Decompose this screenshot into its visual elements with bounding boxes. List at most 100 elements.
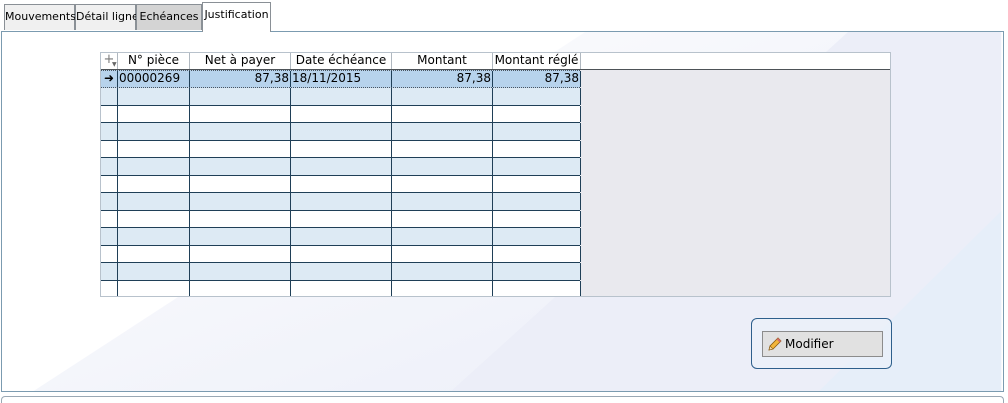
- table-cell[interactable]: [291, 123, 392, 140]
- justification-grid[interactable]: + ▼ N° pièce Net à payer Date échéance Mo…: [100, 52, 891, 297]
- tab-detail-ligne[interactable]: Détail ligne: [75, 4, 139, 30]
- cell-montant-regle[interactable]: 87,38: [493, 71, 581, 87]
- tab-justification[interactable]: Justification: [202, 2, 271, 32]
- table-cell[interactable]: [190, 210, 291, 227]
- table-cell[interactable]: [101, 88, 118, 105]
- column-header-montant-regle[interactable]: Montant réglé: [493, 53, 581, 69]
- table-cell[interactable]: [493, 140, 581, 157]
- column-header-montant[interactable]: Montant: [392, 53, 493, 69]
- table-cell[interactable]: [101, 175, 118, 192]
- table-cell[interactable]: [190, 245, 291, 262]
- table-cell[interactable]: [101, 245, 118, 262]
- table-cell[interactable]: [392, 228, 493, 245]
- table-cell[interactable]: [190, 280, 291, 296]
- table-cell[interactable]: [291, 228, 392, 245]
- table-cell[interactable]: [392, 88, 493, 105]
- table-cell[interactable]: [291, 263, 392, 280]
- table-cell[interactable]: [190, 228, 291, 245]
- table-cell[interactable]: [101, 158, 118, 175]
- table-cell[interactable]: [291, 210, 392, 227]
- table-cell[interactable]: [291, 193, 392, 210]
- column-header-date-echeance[interactable]: Date échéance: [291, 53, 392, 69]
- table-cell[interactable]: [118, 88, 190, 105]
- tab-echeances[interactable]: Echéances: [136, 4, 202, 30]
- table-cell[interactable]: [392, 140, 493, 157]
- table-cell[interactable]: [101, 123, 118, 140]
- table-row[interactable]: [101, 210, 581, 228]
- table-cell[interactable]: [392, 210, 493, 227]
- table-cell[interactable]: [118, 228, 190, 245]
- table-cell[interactable]: [118, 210, 190, 227]
- table-cell[interactable]: [101, 263, 118, 280]
- table-row[interactable]: [101, 175, 581, 193]
- table-row[interactable]: [101, 88, 581, 106]
- table-cell[interactable]: [291, 245, 392, 262]
- table-row[interactable]: [101, 193, 581, 211]
- cell-montant[interactable]: 87,38: [392, 71, 493, 87]
- table-cell[interactable]: [392, 280, 493, 296]
- table-cell[interactable]: [118, 245, 190, 262]
- table-cell[interactable]: [118, 158, 190, 175]
- table-cell[interactable]: [392, 123, 493, 140]
- table-cell[interactable]: [101, 140, 118, 157]
- table-cell[interactable]: [190, 158, 291, 175]
- table-cell[interactable]: [392, 158, 493, 175]
- table-cell[interactable]: [118, 140, 190, 157]
- table-cell[interactable]: [291, 88, 392, 105]
- tab-mouvements[interactable]: Mouvements: [4, 4, 76, 30]
- table-row[interactable]: [101, 105, 581, 123]
- table-cell[interactable]: [493, 105, 581, 122]
- table-row[interactable]: [101, 263, 581, 281]
- table-cell[interactable]: [101, 210, 118, 227]
- column-header-net-a-payer[interactable]: Net à payer: [190, 53, 291, 69]
- table-row[interactable]: [101, 280, 581, 296]
- table-cell[interactable]: [291, 140, 392, 157]
- table-cell[interactable]: [118, 280, 190, 296]
- table-cell[interactable]: [493, 245, 581, 262]
- table-row[interactable]: [101, 123, 581, 141]
- table-cell[interactable]: [493, 228, 581, 245]
- table-cell[interactable]: [118, 193, 190, 210]
- table-cell[interactable]: [392, 105, 493, 122]
- table-cell[interactable]: [291, 280, 392, 296]
- table-cell[interactable]: [190, 105, 291, 122]
- table-cell[interactable]: [291, 105, 392, 122]
- table-row[interactable]: [101, 245, 581, 263]
- table-cell[interactable]: [392, 193, 493, 210]
- table-cell[interactable]: [118, 123, 190, 140]
- table-cell[interactable]: [101, 193, 118, 210]
- table-row[interactable]: ➜ 00000269 87,38 18/11/2015 87,38 87,38: [101, 70, 581, 88]
- table-cell[interactable]: [190, 140, 291, 157]
- table-row[interactable]: [101, 140, 581, 158]
- table-cell[interactable]: [291, 158, 392, 175]
- table-cell[interactable]: [493, 88, 581, 105]
- cell-date-echeance[interactable]: 18/11/2015: [291, 71, 392, 87]
- table-cell[interactable]: [118, 105, 190, 122]
- cell-net-a-payer[interactable]: 87,38: [190, 71, 291, 87]
- cell-piece[interactable]: 00000269: [118, 71, 190, 87]
- table-cell[interactable]: [392, 245, 493, 262]
- table-row[interactable]: [101, 228, 581, 246]
- table-cell[interactable]: [493, 158, 581, 175]
- table-cell[interactable]: [493, 193, 581, 210]
- table-cell[interactable]: [190, 88, 291, 105]
- modifier-button[interactable]: Modifier: [762, 331, 883, 357]
- table-cell[interactable]: [493, 280, 581, 296]
- table-cell[interactable]: [493, 263, 581, 280]
- table-cell[interactable]: [190, 175, 291, 192]
- column-header-piece[interactable]: N° pièce: [118, 53, 190, 69]
- table-cell[interactable]: [101, 280, 118, 296]
- table-cell[interactable]: [118, 263, 190, 280]
- table-cell[interactable]: [118, 175, 190, 192]
- table-cell[interactable]: [291, 175, 392, 192]
- table-cell[interactable]: [190, 263, 291, 280]
- table-cell[interactable]: [190, 123, 291, 140]
- add-row-icon[interactable]: + ▼: [101, 53, 118, 69]
- table-cell[interactable]: [101, 228, 118, 245]
- table-cell[interactable]: [493, 175, 581, 192]
- table-cell[interactable]: [392, 175, 493, 192]
- table-cell[interactable]: [392, 263, 493, 280]
- table-cell[interactable]: [493, 210, 581, 227]
- table-cell[interactable]: [101, 105, 118, 122]
- table-cell[interactable]: [190, 193, 291, 210]
